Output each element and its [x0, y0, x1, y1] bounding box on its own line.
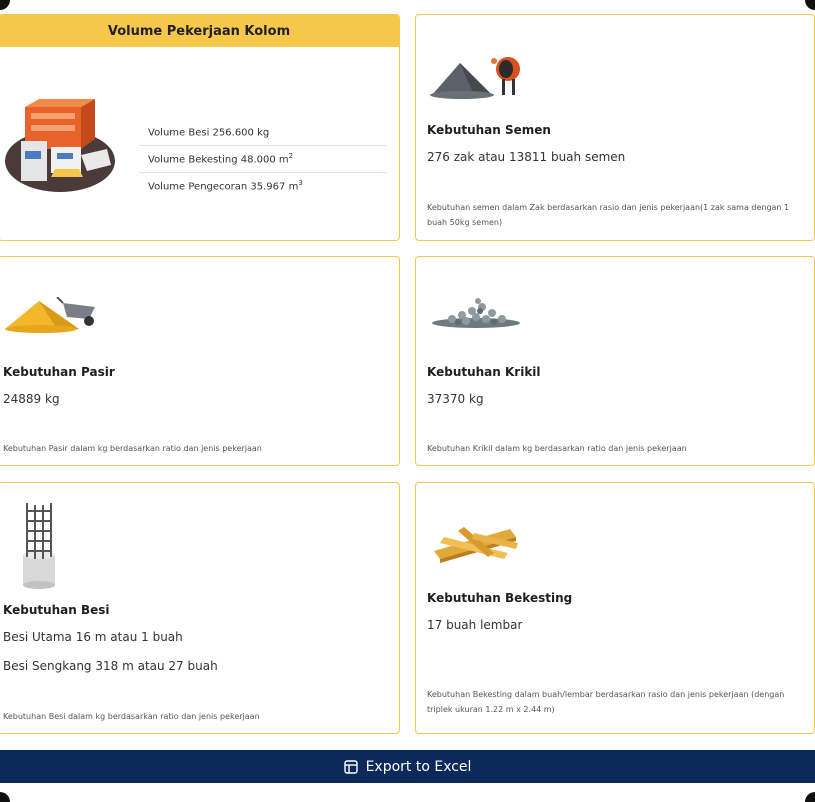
export-to-excel-button[interactable]: Export to Excel — [0, 750, 815, 783]
besi-value-sengkang: Besi Sengkang 318 m atau 27 buah — [3, 659, 218, 673]
volume-list: Volume Besi 256.600 kg Volume Bekesting … — [139, 119, 387, 200]
gravel-illustration — [432, 295, 522, 333]
bekesting-card: Kebutuhan Bekesting 17 buah lembar Kebut… — [415, 482, 815, 734]
export-label: Export to Excel — [365, 758, 472, 775]
cement-mixer-illustration — [430, 53, 522, 103]
frame-corner — [0, 792, 10, 802]
besi-card: Kebutuhan Besi Besi Utama 16 m atau 1 bu… — [0, 482, 400, 734]
krikil-card: Kebutuhan Krikil 37370 kg Kebutuhan Krik… — [415, 256, 815, 466]
frame-corner — [805, 0, 815, 10]
frame-corner — [0, 0, 10, 10]
krikil-title: Kebutuhan Krikil — [427, 365, 541, 379]
besi-title: Kebutuhan Besi — [3, 603, 110, 617]
volume-item-besi: Volume Besi 256.600 kg — [139, 119, 387, 146]
besi-note: Kebutuhan Besi dalam kg berdasarkan rati… — [3, 712, 260, 721]
frame-corner — [805, 792, 815, 802]
sand-wheelbarrow-illustration — [5, 296, 99, 337]
bekesting-value: 17 buah lembar — [427, 618, 523, 632]
volume-card-title: Volume Pekerjaan Kolom — [0, 15, 399, 47]
bekesting-note: Kebutuhan Bekesting dalam buah/lembar be… — [427, 690, 785, 714]
rebar-column-illustration — [19, 501, 59, 593]
pasir-title: Kebutuhan Pasir — [3, 365, 115, 379]
semen-title: Kebutuhan Semen — [427, 123, 551, 137]
besi-value-main: Besi Utama 16 m atau 1 buah — [3, 630, 183, 644]
volume-item-pengecoran: Volume Pengecoran 35.967 m3 — [148, 179, 303, 193]
volume-item-bekesting: Volume Bekesting 48.000 m2 — [139, 146, 387, 173]
wood-planks-illustration — [434, 523, 518, 567]
construction-materials-illustration — [3, 99, 117, 209]
volume-card: Volume Pekerjaan Kolom Volume Besi 256.6… — [0, 14, 400, 241]
table-icon — [343, 759, 358, 774]
semen-card: Kebutuhan Semen 276 zak atau 13811 buah … — [415, 14, 815, 241]
krikil-value: 37370 kg — [427, 392, 484, 406]
pasir-card: Kebutuhan Pasir 24889 kg Kebutuhan Pasir… — [0, 256, 400, 466]
bekesting-title: Kebutuhan Bekesting — [427, 591, 573, 605]
semen-value: 276 zak atau 13811 buah semen — [427, 150, 626, 164]
pasir-value: 24889 kg — [3, 392, 60, 406]
krikil-note: Kebutuhan Krikil dalam kg berdasarkan ra… — [427, 444, 687, 453]
pasir-note: Kebutuhan Pasir dalam kg berdasarkan rat… — [3, 444, 262, 453]
semen-note: Kebutuhan semen dalam Zak berdasarkan ra… — [427, 203, 790, 227]
